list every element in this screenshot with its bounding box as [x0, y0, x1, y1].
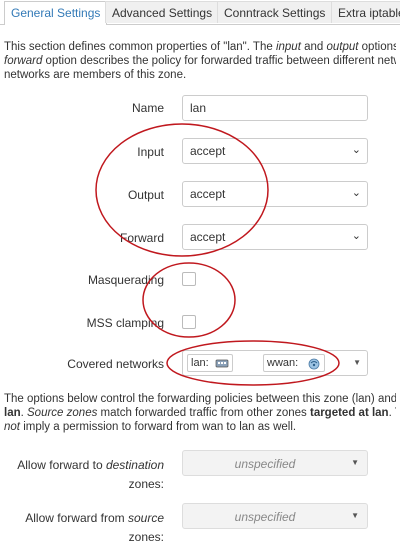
network-chip-label: wwan:: [267, 357, 299, 369]
policy-text: imply a permission to forward from wan t…: [20, 421, 297, 433]
network-chip-lan[interactable]: lan:: [187, 354, 233, 372]
dropdown-triangle-icon: ▼: [351, 458, 359, 467]
output-select[interactable]: accept ⌄: [182, 181, 368, 207]
intro-text: This section defines common properties o…: [4, 41, 276, 53]
intro-em-forward: forward: [4, 55, 43, 67]
intro-text: option describes the policy for forwarde…: [42, 55, 396, 67]
source-zones-value: unspecified: [234, 510, 296, 524]
section-description: This section defines common properties o…: [4, 40, 396, 82]
forward-value: accept: [190, 230, 226, 244]
policy-text: . T: [388, 407, 396, 419]
label-text: Allow forward to: [17, 458, 106, 472]
policy-text-bold: lan: [4, 407, 21, 419]
output-value: accept: [190, 187, 226, 201]
intro-em-input: input: [275, 41, 301, 53]
chevron-down-icon: ⌄: [351, 230, 361, 242]
forward-select[interactable]: accept ⌄: [182, 224, 368, 250]
label-text: Allow forward from: [25, 511, 128, 525]
policy-text-bold: targeted at lan: [309, 407, 389, 419]
label-text: zones:: [128, 530, 164, 544]
tab-advanced-settings[interactable]: Advanced Settings: [105, 1, 220, 23]
ethernet-switch-icon: [215, 359, 229, 368]
input-label: Input: [137, 145, 164, 159]
label-text: zones:: [128, 477, 164, 491]
mss-clamping-label: MSS clamping: [86, 316, 164, 330]
tab-bar: General Settings Advanced Settings Connt…: [0, 0, 400, 25]
policy-text-em: Source zones: [27, 407, 98, 419]
destination-zones-select[interactable]: unspecified ▼: [182, 450, 368, 476]
chevron-down-icon: ⌄: [351, 144, 361, 156]
destination-zones-value: unspecified: [234, 457, 296, 471]
covered-networks-label: Covered networks: [67, 357, 164, 371]
covered-networks-select[interactable]: lan: wwan: ▼: [182, 350, 368, 376]
output-label: Output: [127, 188, 164, 202]
name-label: Name: [131, 101, 164, 115]
chevron-down-icon: ⌄: [351, 187, 361, 199]
name-field[interactable]: lan: [182, 95, 368, 121]
network-chip-wwan[interactable]: wwan:: [263, 354, 325, 372]
intro-em-output: output: [326, 41, 359, 53]
mss-clamping-checkbox[interactable]: [182, 315, 196, 329]
source-zones-select[interactable]: unspecified ▼: [182, 503, 368, 529]
intro-text: networks are members of this zone.: [4, 69, 187, 81]
policy-text: match forwarded traffic from other zones: [97, 407, 310, 419]
policy-text-em: not: [4, 421, 20, 433]
tab-conntrack-settings[interactable]: Conntrack Settings: [217, 1, 333, 23]
policy-text: The options below control the forwarding…: [4, 393, 396, 405]
tab-extra-iptables[interactable]: Extra iptable: [331, 1, 400, 23]
input-value: accept: [190, 144, 226, 158]
forwarding-policy-description: The options below control the forwarding…: [4, 392, 396, 434]
label-text-em: source: [127, 511, 164, 525]
masquerading-label: Masquerading: [87, 273, 164, 287]
allow-forward-destination-label: Allow forward to destination zones:: [17, 456, 164, 494]
network-chip-label: lan:: [191, 357, 209, 369]
dropdown-triangle-icon: ▼: [351, 511, 359, 520]
tab-general-settings[interactable]: General Settings: [4, 1, 108, 25]
forward-label: Forward: [119, 231, 164, 245]
wifi-icon: [308, 358, 320, 370]
label-text-em: destination: [105, 458, 164, 472]
dropdown-triangle-icon: ▼: [353, 358, 361, 367]
name-value: lan: [190, 101, 207, 115]
intro-text: and: [300, 41, 327, 53]
intro-text: options: [358, 41, 396, 53]
masquerading-checkbox[interactable]: [182, 272, 196, 286]
input-select[interactable]: accept ⌄: [182, 138, 368, 164]
allow-forward-source-label: Allow forward from source zones:: [25, 509, 164, 547]
